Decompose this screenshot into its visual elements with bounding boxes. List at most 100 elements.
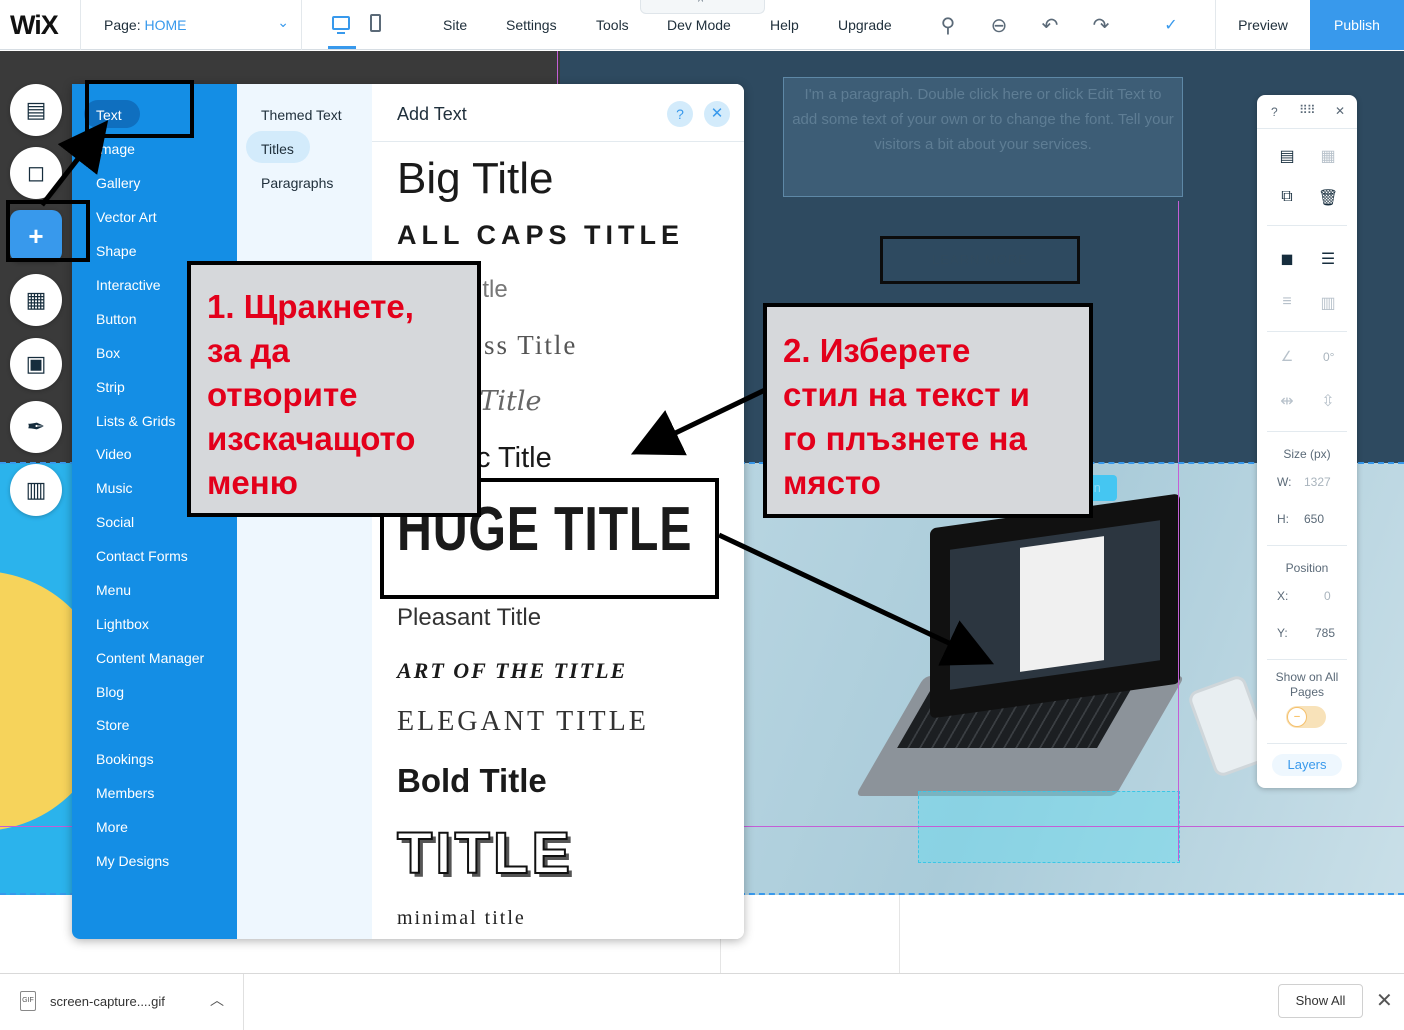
category-button[interactable]: Button [96,311,136,327]
category-strip[interactable]: Strip [96,379,125,395]
text-style-elegant-title[interactable]: ELEGANT TITLE [397,706,649,738]
add-apps-icon[interactable]: ▦ [10,274,62,326]
close-icon[interactable]: ✕ [1376,988,1393,1013]
paste-icon[interactable]: ▦ [1318,146,1338,166]
callout-step-2-line: стил на текст и [783,376,1030,413]
top-bar: WiX Page: HOME ⌄ Site Settings Tools ^ D… [0,0,1404,50]
menu-settings[interactable]: Settings [506,17,557,33]
width-value[interactable]: 1327 [1304,475,1331,489]
text-style-all-caps-title[interactable]: ALL CAPS TITLE [397,220,684,251]
drag-handle-icon[interactable]: ⠿⠿ [1299,103,1316,117]
flip-horizontal-icon[interactable]: ⇹ [1277,391,1297,411]
gif-file-icon: GIF [20,991,36,1011]
height-value[interactable]: 650 [1304,512,1324,526]
category-menu[interactable]: Menu [96,582,131,598]
zoom-out-icon[interactable]: ⊖ [986,13,1012,38]
subcategory-paragraphs[interactable]: Paragraphs [261,175,333,191]
category-social[interactable]: Social [96,514,134,530]
category-blog[interactable]: Blog [96,684,124,700]
layers-button[interactable]: Layers [1272,754,1342,776]
category-video[interactable]: Video [96,446,132,462]
learn-more-button[interactable]: LEARN MORE [880,236,1080,284]
subcategory-themed-text[interactable]: Themed Text [261,107,342,123]
align-icon[interactable]: ☰ [1318,249,1338,269]
x-value[interactable]: 0 [1324,589,1331,603]
text-style-pleasant-title[interactable]: Pleasant Title [397,604,541,632]
arrange-icon[interactable]: ◼ [1277,249,1297,269]
callout-step-2-line: 2. Изберете [783,332,971,369]
show-all-button[interactable]: Show All [1278,984,1363,1018]
flip-vertical-icon[interactable]: ⇳ [1318,391,1338,411]
width-label: W: [1277,475,1292,489]
menu-upgrade[interactable]: Upgrade [838,17,892,33]
subcategory-titles[interactable]: Titles [261,141,294,157]
close-icon[interactable]: ✕ [704,101,730,127]
rotate-icon[interactable]: ∠ [1277,348,1297,365]
copy-icon[interactable]: ▤ [1277,146,1297,166]
text-style-art-of-the-title[interactable]: ART OF THE TITLE [397,658,627,684]
delete-icon[interactable]: 🗑 [1318,188,1338,208]
category-box[interactable]: Box [96,345,120,361]
download-item[interactable]: GIF screen-capture....gif ︿ [0,974,244,1030]
panel-close-icon[interactable]: ✕ [1335,104,1345,118]
category-shape[interactable]: Shape [96,243,136,259]
position-label: Position [1285,561,1329,575]
blog-pen-icon[interactable]: ✒ [10,401,62,453]
text-style-big-title[interactable]: Big Title [397,154,554,204]
text-style-minimal-title[interactable]: minimal title [397,907,526,930]
y-value[interactable]: 785 [1315,626,1335,640]
pages-menu-icon[interactable]: ▤ [10,84,62,136]
bookings-calendar-icon[interactable]: ▥ [10,464,62,516]
category-members[interactable]: Members [96,785,154,801]
category-bookings[interactable]: Bookings [96,751,154,767]
rotation-value[interactable]: 0° [1323,350,1334,364]
menu-tools[interactable]: Tools [596,17,629,33]
menu-site[interactable]: Site [443,17,467,33]
preview-button[interactable]: Preview [1215,0,1310,50]
tools-icon[interactable]: ⚲ [935,13,961,38]
guide-line [1178,201,1179,861]
laptop-image [930,493,1180,719]
category-my-designs[interactable]: My Designs [96,853,169,869]
category-music[interactable]: Music [96,480,133,496]
category-vector-art[interactable]: Vector Art [96,209,157,225]
category-gallery[interactable]: Gallery [96,175,140,191]
background-icon[interactable]: ◻ [10,147,62,199]
chevron-up-icon: ^ [698,0,704,8]
callout-step-2: 2. Изберете стил на текст и го плъзнете … [763,303,1093,518]
chevron-up-icon[interactable]: ︿ [210,990,224,1010]
category-content-manager[interactable]: Content Manager [96,650,204,666]
duplicate-icon[interactable]: ⧉ [1277,188,1297,206]
text-style-title-outline[interactable]: TITLE [396,820,573,887]
category-lightbox[interactable]: Lightbox [96,616,149,632]
callout-step-1: 1. Щракнете, за да отворите изскачащото … [187,261,481,517]
wix-logo: WiX [10,10,59,40]
category-contact-forms[interactable]: Contact Forms [96,548,188,564]
show-on-all-pages-toggle[interactable]: – [1286,706,1326,728]
dev-mode-tab[interactable]: ^ [640,0,765,14]
callout-step-1-line: изскачащото [207,420,416,457]
menu-help[interactable]: Help [770,17,799,33]
distribute-icon[interactable]: ≡ [1277,293,1297,311]
media-icon[interactable]: ▣ [10,338,62,390]
match-size-icon[interactable]: ▥ [1318,293,1338,313]
menu-dev-mode[interactable]: Dev Mode [667,17,731,33]
category-image[interactable]: Image [96,141,135,157]
download-file-name[interactable]: screen-capture....gif [50,994,165,1009]
page-selector[interactable]: Page: HOME ⌄ [80,0,302,50]
publish-button[interactable]: Publish [1310,0,1404,50]
mobile-icon[interactable] [370,14,381,32]
undo-icon[interactable]: ↶ [1037,13,1063,38]
help-icon[interactable]: ? [667,101,693,127]
category-interactive[interactable]: Interactive [96,277,161,293]
category-lists-grids[interactable]: Lists & Grids [96,413,175,429]
redo-icon[interactable]: ↷ [1088,13,1114,38]
paragraph-element[interactable]: I'm a paragraph. Double click here or cl… [783,77,1183,197]
callout-step-1-line: отворите [207,376,358,413]
category-more[interactable]: More [96,819,128,835]
desktop-icon[interactable] [332,16,350,34]
text-style-bold-title[interactable]: Bold Title [397,762,547,800]
panel-help-icon[interactable]: ? [1271,105,1278,119]
selected-element-box[interactable] [918,791,1180,863]
category-store[interactable]: Store [96,717,129,733]
